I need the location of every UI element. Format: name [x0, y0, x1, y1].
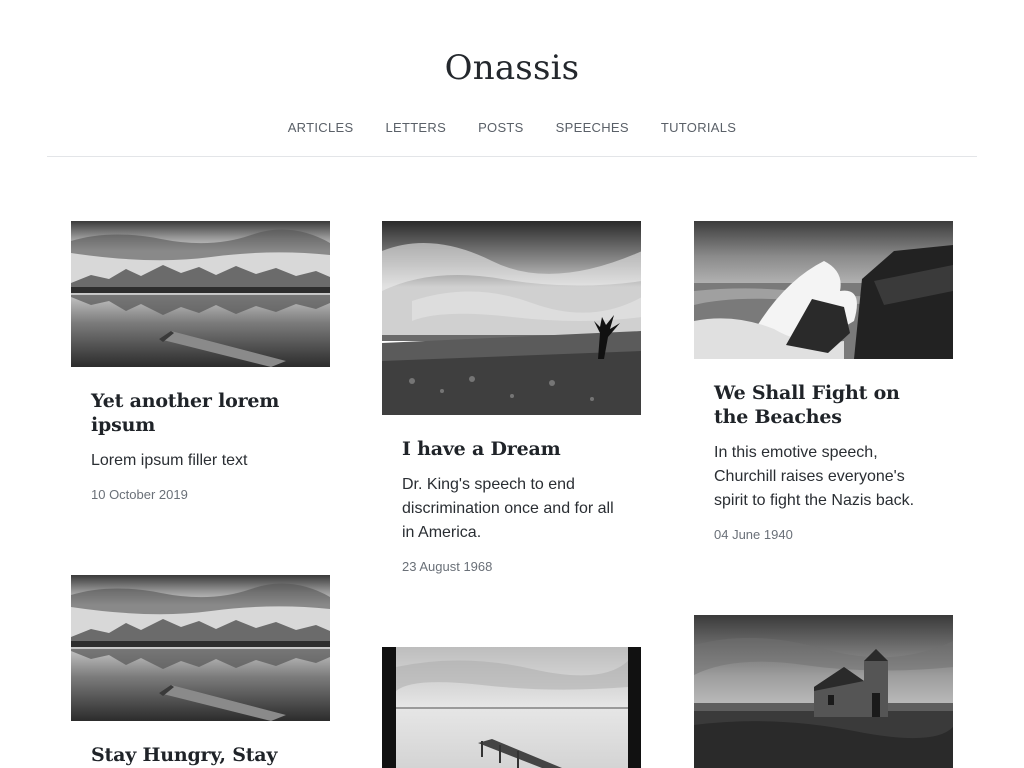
article-card[interactable]	[694, 615, 953, 768]
card-title[interactable]: I have a Dream	[402, 437, 621, 461]
card-image[interactable]	[71, 575, 330, 721]
card-date: 10 October 2019	[91, 487, 188, 502]
card-image[interactable]	[382, 647, 641, 768]
card-image[interactable]	[694, 615, 953, 768]
card-excerpt: In this emotive speech, Churchill raises…	[714, 444, 915, 509]
nav-item-articles[interactable]: ARTICLES	[288, 120, 354, 136]
card-date: 23 August 1968	[402, 559, 493, 574]
article-card[interactable]: I have a Dream Dr. King's speech to end …	[382, 221, 641, 575]
nav-item-letters[interactable]: LETTERS	[385, 120, 446, 136]
card-image[interactable]	[71, 221, 330, 367]
card-excerpt: Lorem ipsum filler text	[91, 452, 248, 469]
header-divider	[47, 156, 977, 157]
misty-pier-image	[382, 647, 641, 768]
nav-item-speeches[interactable]: SPEECHES	[556, 120, 629, 136]
article-card[interactable]	[382, 647, 641, 768]
site-title[interactable]: Onassis	[0, 48, 1024, 88]
card-image[interactable]	[694, 221, 953, 359]
stone-church-image	[694, 615, 953, 768]
nav-item-tutorials[interactable]: TUTORIALS	[661, 120, 736, 136]
card-date: 04 June 1940	[714, 527, 793, 542]
card-title[interactable]: Stay Hungry, Stay	[91, 743, 310, 767]
card-title[interactable]: We Shall Fight on the Beaches	[714, 381, 933, 429]
card-title[interactable]: Yet another lorem ipsum	[91, 389, 310, 437]
card-excerpt: Dr. King's speech to end discrimination …	[402, 476, 614, 541]
crashing-wave-image	[694, 221, 953, 359]
lake-pier-image	[71, 221, 330, 367]
article-card[interactable]: Yet another lorem ipsum Lorem ipsum fill…	[71, 221, 330, 503]
lake-pier-image	[71, 575, 330, 721]
nav-item-posts[interactable]: POSTS	[478, 120, 524, 136]
main-nav: ARTICLES LETTERS POSTS SPEECHES TUTORIAL…	[0, 120, 1024, 136]
tree-field-image	[382, 221, 641, 415]
article-card[interactable]: We Shall Fight on the Beaches In this em…	[694, 221, 953, 543]
article-card[interactable]: Stay Hungry, Stay	[71, 575, 330, 768]
card-image[interactable]	[382, 221, 641, 415]
